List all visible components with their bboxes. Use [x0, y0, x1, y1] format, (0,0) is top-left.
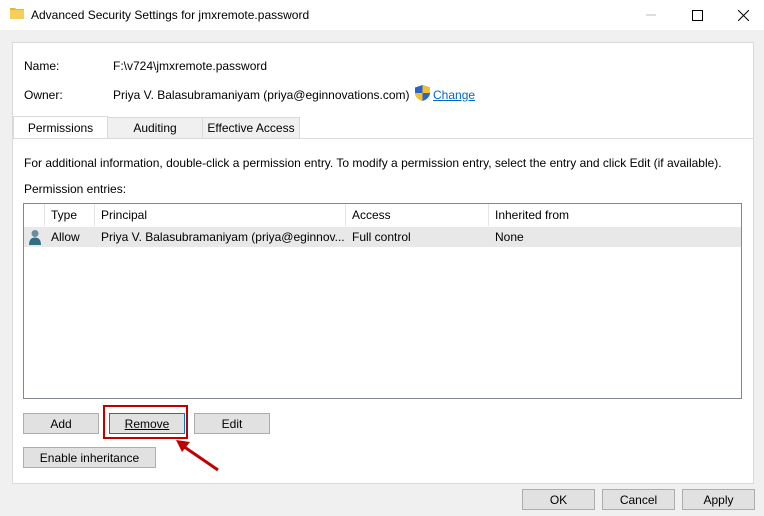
tab-permissions-label: Permissions: [27, 121, 94, 135]
enable-inheritance-button[interactable]: Enable inheritance: [23, 447, 156, 468]
enable-inheritance-label: Enable inheritance: [39, 450, 140, 465]
edit-button-label: Edit: [221, 416, 243, 431]
row-principal: Priya V. Balasubramaniyam (priya@eginnov…: [101, 230, 345, 244]
window-title: Advanced Security Settings for jmxremote…: [31, 8, 310, 22]
row-inherited: None: [495, 230, 524, 244]
tab-permissions[interactable]: Permissions: [13, 116, 108, 139]
tab-divider: [12, 138, 753, 139]
minimize-button[interactable]: [628, 0, 674, 30]
ok-button[interactable]: OK: [522, 489, 595, 510]
remove-button-highlight-box: [103, 405, 188, 439]
cancel-button-label: Cancel: [619, 492, 658, 507]
title-bar: Advanced Security Settings for jmxremote…: [0, 0, 764, 30]
permission-entries-label: Permission entries:: [24, 182, 127, 196]
column-header-access[interactable]: Access: [346, 204, 489, 226]
permission-entries-list[interactable]: Type Principal Access Inherited from All…: [23, 203, 742, 399]
row-access: Full control: [352, 230, 411, 244]
minimize-icon: [646, 14, 656, 16]
annotation-arrow-icon: [176, 440, 219, 472]
column-header-type[interactable]: Type: [45, 204, 95, 226]
tab-auditing[interactable]: Auditing: [107, 117, 203, 139]
tab-effective-access-label: Effective Access: [207, 121, 295, 135]
folder-icon: [10, 8, 24, 19]
apply-button[interactable]: Apply: [682, 489, 755, 510]
close-icon: [737, 9, 749, 21]
name-value: F:\v724\jmxremote.password: [113, 59, 268, 73]
user-icon: [29, 230, 41, 245]
column-header-access-label: Access: [352, 208, 391, 222]
ok-button-label: OK: [549, 492, 568, 507]
owner-value: Priya V. Balasubramaniyam (priya@eginnov…: [113, 88, 410, 102]
column-header-inherited-label: Inherited from: [495, 208, 570, 222]
info-text: For additional information, double-click…: [24, 156, 722, 170]
uac-shield-icon: [415, 85, 430, 101]
column-header-principal-label: Principal: [101, 208, 148, 222]
apply-button-label: Apply: [703, 492, 734, 507]
maximize-icon: [691, 9, 703, 21]
column-header-principal[interactable]: Principal: [95, 204, 346, 226]
add-button-label: Add: [50, 416, 72, 431]
cancel-button[interactable]: Cancel: [602, 489, 675, 510]
table-row[interactable]: Allow Priya V. Balasubramaniyam (priya@e…: [24, 227, 741, 247]
column-icon-header[interactable]: [24, 204, 45, 226]
maximize-button[interactable]: [674, 0, 720, 30]
name-label: Name:: [24, 59, 60, 73]
column-header-type-label: Type: [51, 208, 78, 222]
edit-button[interactable]: Edit: [194, 413, 270, 434]
owner-label: Owner:: [24, 88, 63, 102]
tab-effective-access[interactable]: Effective Access: [202, 117, 300, 139]
column-header-inherited[interactable]: Inherited from: [489, 204, 741, 226]
row-type: Allow: [51, 230, 80, 244]
close-button[interactable]: [720, 0, 764, 30]
tab-auditing-label: Auditing: [133, 121, 177, 135]
change-owner-link[interactable]: Change: [433, 88, 475, 102]
add-button[interactable]: Add: [23, 413, 99, 434]
